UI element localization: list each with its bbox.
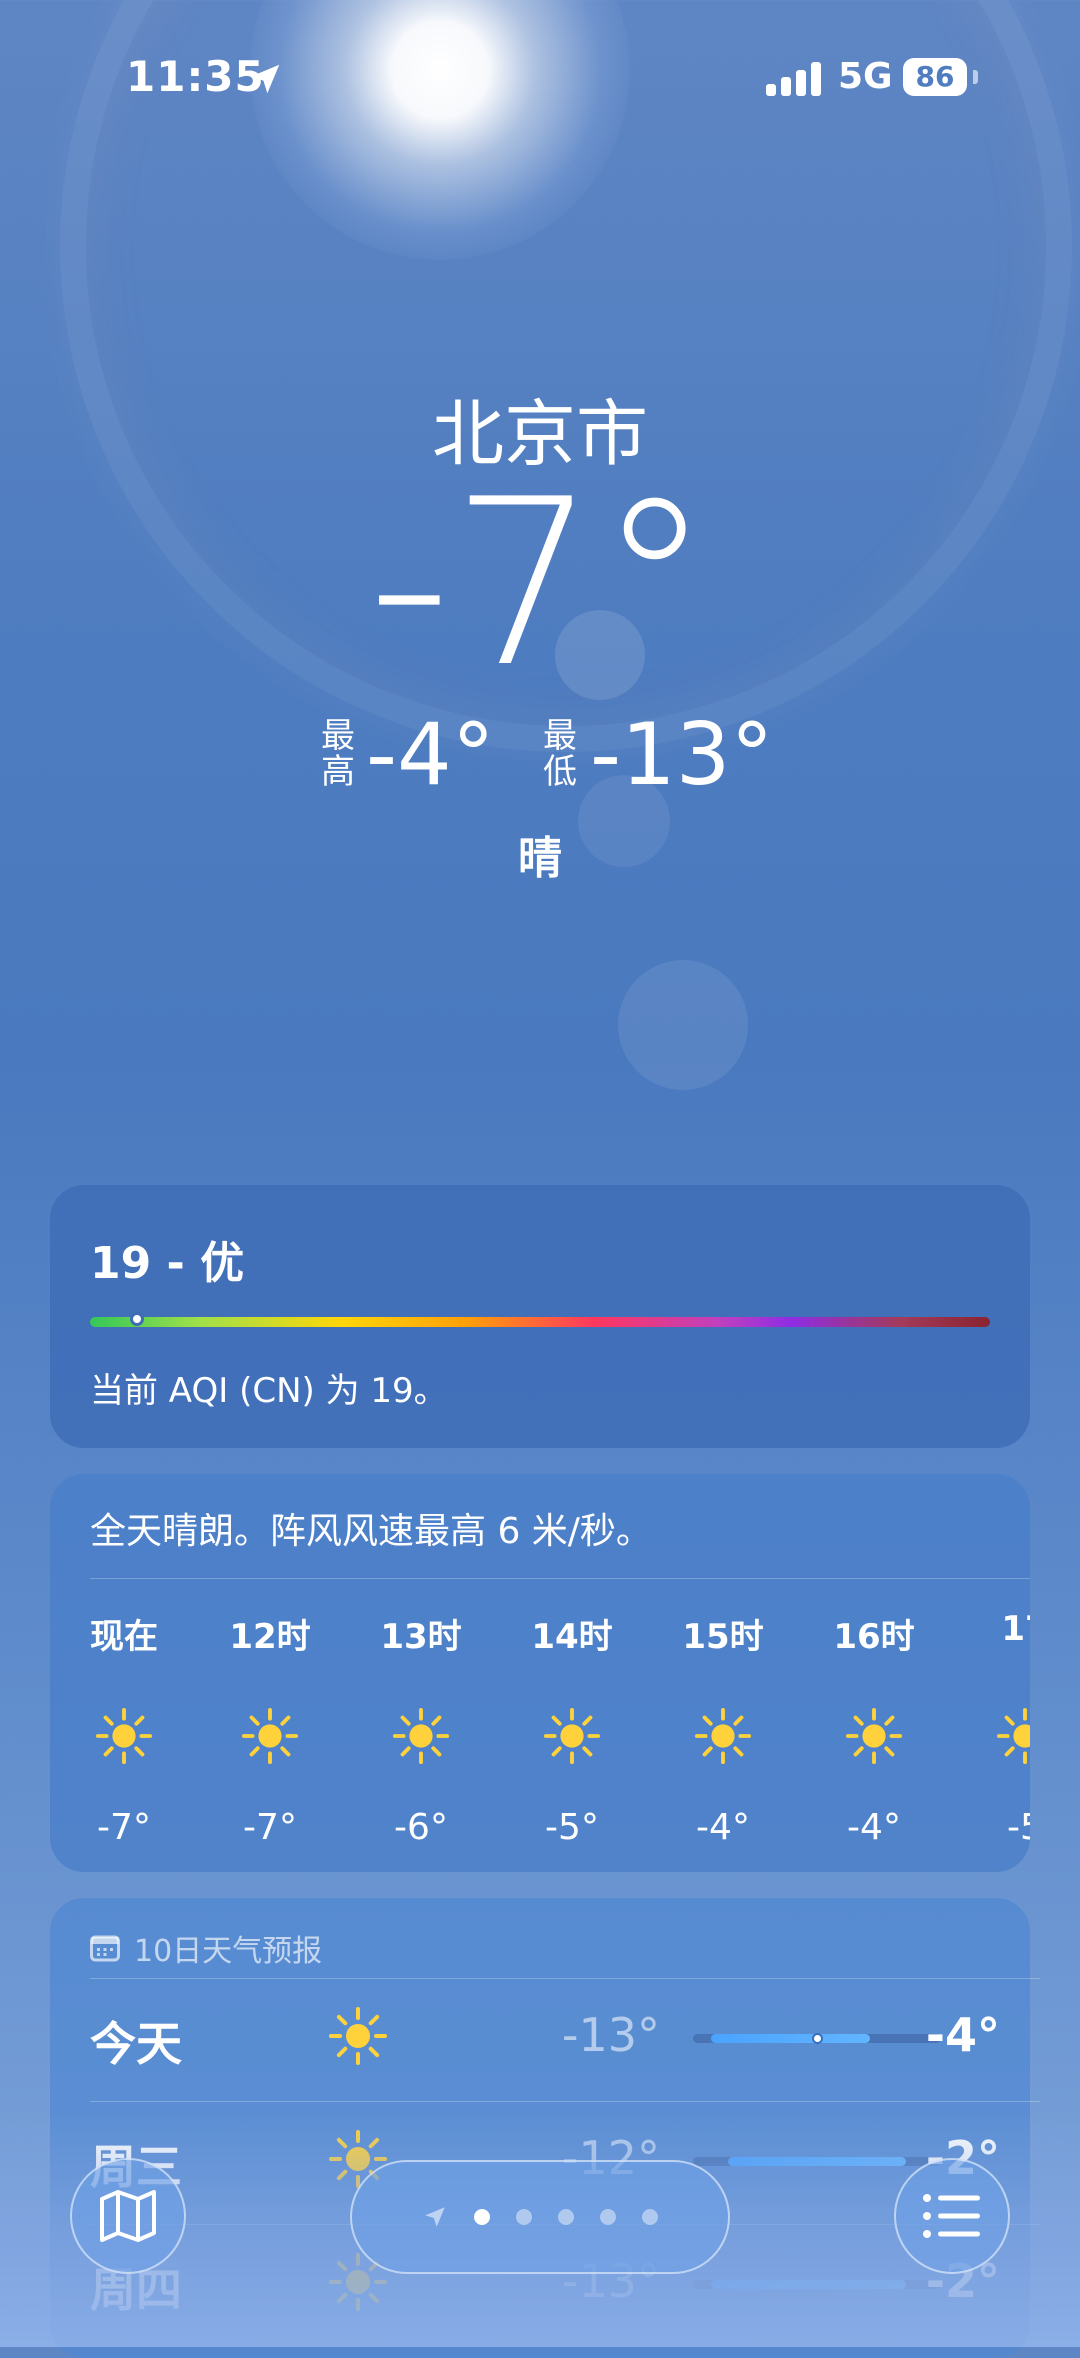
aqi-indicator [130,1312,144,1326]
map-icon [100,2190,156,2242]
hour-temp: -7° [243,1807,297,1848]
hour-label: 12时 [229,1617,311,1657]
divider [90,1578,1030,1579]
high-label: 最高 [321,716,355,792]
hour-icon [814,1707,934,1767]
hour-temp: -5 [1007,1807,1030,1848]
hour-temp: -4° [847,1807,901,1848]
temp-range-fill [710,2034,871,2043]
high-temp: -4° [366,705,495,805]
location-arrow-icon [425,2207,445,2227]
page-dot[interactable] [642,2209,658,2225]
current-temperature: -7° [367,451,713,718]
sun-icon [694,1707,752,1765]
temp-range-bar [693,2033,941,2044]
page-dot[interactable] [558,2209,574,2225]
hour-label: 17 [1001,1609,1030,1649]
status-bar: 11:35 5G 86 [0,52,1080,112]
aqi-scale-bar [90,1317,990,1327]
hour-label: 14时 [531,1617,613,1657]
hour-column: 14时 -5° [512,1609,632,1848]
daily-forecast-header: 10日天气预报 [90,1926,322,1970]
hour-temp: -7° [97,1807,151,1848]
location-arrow-icon [250,64,280,94]
weather-condition: 晴 [518,833,562,884]
page-dot[interactable] [600,2209,616,2225]
hour-temp: -4° [696,1807,750,1848]
hour-column: 15时 -4° [663,1609,783,1848]
aqi-description: 当前 AQI (CN) 为 19。 [90,1371,448,1411]
hour-icon [64,1707,184,1767]
hour-label: 15时 [682,1617,764,1657]
low-temp: -13° [590,705,774,805]
day-name: 今天 [90,2017,182,2071]
hour-temp: -6° [394,1807,448,1848]
sun-icon [241,1707,299,1765]
divider [90,1978,1040,1979]
hour-column: 17 -5 [965,1609,1030,1848]
status-time: 11:35 [126,52,265,101]
sun-icon [543,1707,601,1765]
hour-column: 现在 -7° [64,1609,184,1848]
daily-forecast-title: 10日天气预报 [134,1934,323,1969]
page-dots [474,2209,658,2225]
hour-temp: -5° [545,1807,599,1848]
network-type: 5G [838,56,893,97]
sun-icon [996,1707,1030,1765]
hour-label: 现在 [90,1617,158,1657]
battery-icon: 86 [903,58,967,96]
day-row[interactable]: 今天 -13° -4° [90,1978,1040,2098]
page-indicator[interactable] [350,2160,730,2274]
hour-icon [210,1707,330,1767]
day-high-temp: -4° [925,2008,1000,2062]
current-temp-marker [812,2033,823,2044]
cellular-signal-icon [766,62,821,96]
page-dot[interactable] [516,2209,532,2225]
hour-column: 13时 -6° [361,1609,481,1848]
map-button[interactable] [70,2158,186,2274]
sun-icon [392,1707,450,1765]
day-icon [328,2006,388,2070]
sun-icon [329,2007,387,2065]
aqi-title: 19 - 优 [90,1238,245,1289]
page-dot[interactable] [474,2209,490,2225]
city-list-button[interactable] [894,2158,1010,2274]
low-label: 最低 [543,716,577,792]
hour-icon [965,1707,1030,1767]
hour-icon [361,1707,481,1767]
hour-label: 13时 [380,1617,462,1657]
hour-column: 16时 -4° [814,1609,934,1848]
battery-tip [973,70,978,84]
divider [90,2101,1040,2102]
sun-icon [95,1707,153,1765]
hour-icon [663,1707,783,1767]
day-low-temp: -13° [561,2008,660,2062]
list-icon [923,2194,980,2238]
sun-icon [845,1707,903,1765]
hour-label: 16时 [833,1617,915,1657]
hourly-summary: 全天晴朗。阵风风速最高 6 米/秒。 [90,1511,652,1552]
hour-column: 12时 -7° [210,1609,330,1848]
high-low: 最高 -4° 最低 -13° [0,710,1080,800]
calendar-icon [90,1935,120,1962]
hourly-forecast-card[interactable]: 全天晴朗。阵风风速最高 6 米/秒。 现在 -7° 12时 -7° 13时 -6° 14时 -… [50,1474,1030,1872]
hour-icon [512,1707,632,1767]
aqi-card[interactable]: 19 - 优 当前 AQI (CN) 为 19。 [50,1185,1030,1448]
lens-flare [618,960,748,1090]
